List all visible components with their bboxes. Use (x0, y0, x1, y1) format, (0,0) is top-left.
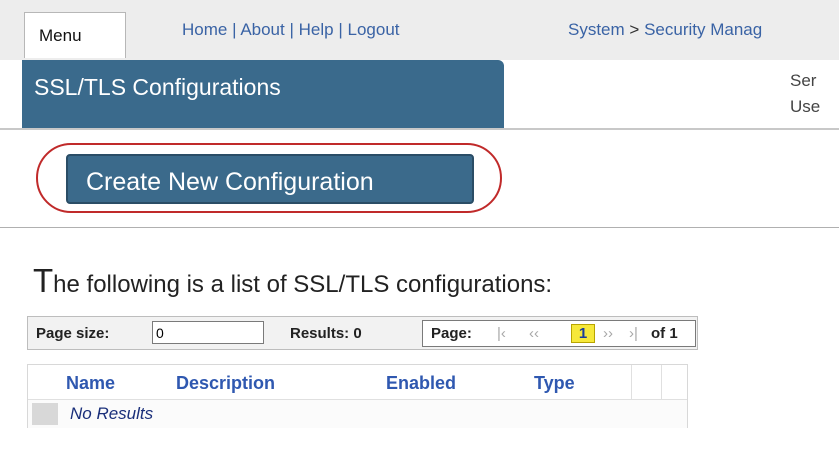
column-header-enabled[interactable]: Enabled (386, 373, 456, 394)
no-results-message: No Results (70, 404, 154, 423)
create-new-configuration-button[interactable]: Create New Configuration (66, 154, 474, 204)
page-title: SSL/TLS Configurations (34, 74, 281, 100)
server-user-info: Ser Use (790, 68, 820, 120)
column-header-name[interactable]: Name (66, 373, 115, 394)
about-link[interactable]: About (240, 20, 284, 39)
first-page-icon[interactable]: |‹ (497, 325, 506, 342)
top-navigation-bar: Menu Home | About | Help | Logout System… (0, 0, 839, 60)
column-header-type[interactable]: Type (534, 373, 575, 394)
intro-text: The following is a list of SSL/TLS confi… (33, 262, 552, 300)
previous-page-icon[interactable]: ‹‹ (529, 325, 539, 342)
configurations-table: Name Description Enabled Type No Results (27, 364, 688, 428)
table-row: No Results (28, 399, 687, 428)
table-header-row: Name Description Enabled Type (28, 365, 687, 399)
page-navigator: Page: |‹ ‹‹ 1 ›› ›| of 1 (422, 320, 696, 347)
last-page-icon[interactable]: ›| (629, 325, 638, 342)
section-divider (0, 227, 839, 228)
server-info-label: Ser (790, 71, 817, 90)
home-link[interactable]: Home (182, 20, 227, 39)
results-count: Results: 0 (290, 325, 362, 342)
user-info-label: Use (790, 97, 821, 116)
pagination-bar: Page size: Results: 0 Page: |‹ ‹‹ 1 ›› ›… (27, 316, 698, 350)
breadcrumb-separator: > (629, 20, 640, 39)
page-size-label: Page size: (36, 325, 110, 342)
column-header-description[interactable]: Description (176, 373, 275, 394)
breadcrumb-system[interactable]: System (568, 20, 625, 39)
page-label: Page: (431, 325, 472, 342)
logout-link[interactable]: Logout (348, 20, 400, 39)
link-separator: | (232, 20, 237, 39)
header-divider (0, 128, 839, 130)
intro-rest: he following is a list of SSL/TLS config… (53, 271, 553, 298)
link-separator: | (338, 20, 343, 39)
page-title-panel: SSL/TLS Configurations (22, 60, 504, 128)
column-divider (631, 365, 632, 399)
next-page-icon[interactable]: ›› (603, 325, 613, 342)
column-divider (661, 365, 662, 399)
page-size-input[interactable] (152, 321, 264, 344)
breadcrumb-security-management[interactable]: Security Manag (644, 20, 762, 39)
menu-tab-label: Menu (39, 26, 82, 45)
page-total: of 1 (651, 325, 678, 342)
breadcrumb: System > Security Manag (568, 20, 762, 40)
intro-drop-cap: T (33, 262, 54, 299)
current-page-number[interactable]: 1 (571, 324, 595, 343)
row-selector[interactable] (32, 403, 58, 425)
link-separator: | (289, 20, 294, 39)
help-link[interactable]: Help (299, 20, 334, 39)
top-links: Home | About | Help | Logout (182, 20, 400, 40)
menu-tab[interactable]: Menu (24, 12, 126, 58)
